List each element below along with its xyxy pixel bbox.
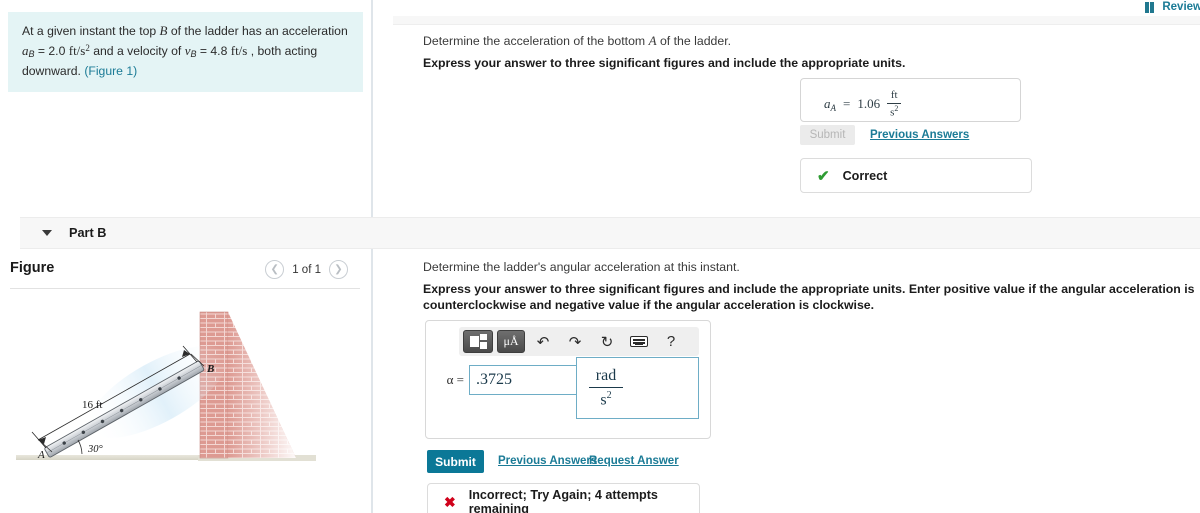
part-a-question-tail: of the ladder. (656, 34, 732, 48)
part-b-submit-button[interactable]: Submit (427, 450, 484, 473)
part-a-header-strip (393, 16, 1200, 25)
chevron-right-icon[interactable]: ❯ (329, 260, 348, 279)
part-b-instruction: Express your answer to three significant… (423, 282, 1195, 312)
reset-icon[interactable]: ↻ (593, 330, 621, 353)
part-a-submit-button: Submit (800, 125, 855, 145)
figure-label-B: B (206, 363, 214, 375)
ladder-diagram-svg: 16 ft 30° A B (16, 311, 316, 461)
review-label: Review (1162, 1, 1200, 13)
aB-equals: = 2.0 (34, 44, 69, 58)
part-a-instruction: Express your answer to three significant… (423, 56, 906, 70)
part-b-label: Part B (69, 226, 107, 240)
ladder-figure[interactable]: 16 ft 30° A B (8, 300, 368, 505)
figure-length-label: 16 ft (82, 399, 102, 411)
part-a-question-pre: Determine the acceleration of the bottom (423, 34, 649, 48)
problem-text-line1-pre: At a given instant the top (22, 24, 160, 38)
micro-angstrom-glyph: μÅ (503, 334, 519, 348)
aB-units: ft/s (68, 43, 86, 58)
part-a-unit-numerator: ft (890, 89, 898, 101)
part-b-unit-fraction: rad s2 (589, 367, 623, 409)
math-toolbar: μÅ ↶ ↷ ↻ ? (459, 327, 699, 356)
part-a-answer-expression: aA = 1.06 ft s2 (824, 89, 902, 119)
part-b-unit-denominator: s2 (600, 390, 611, 409)
part-a-question-var: A (648, 33, 657, 48)
left-panel: At a given instant the top B of the ladd… (0, 0, 373, 513)
part-a-question: Determine the acceleration of the bottom… (423, 33, 731, 49)
figure-angle-label: 30° (87, 444, 104, 455)
review-button[interactable]: Review (1145, 1, 1200, 13)
part-a-answer-equals: = (843, 96, 851, 112)
vB-equals: = 4.8 (196, 44, 231, 58)
part-b-previous-answers-link[interactable]: Previous Answers (498, 455, 597, 467)
part-a-answer-box[interactable]: aA = 1.06 ft s2 (800, 78, 1021, 122)
keyboard-icon[interactable] (625, 330, 653, 353)
page-root: At a given instant the top B of the ladd… (0, 0, 1200, 513)
micro-angstrom-icon[interactable]: μÅ (497, 330, 525, 353)
part-a-unit-den-exp: 2 (894, 103, 899, 113)
part-a-answer-value: 1.06 (857, 96, 881, 112)
part-a-answer-units: ft s2 (887, 89, 902, 119)
variable-B: B (159, 23, 168, 38)
part-b-unit-numerator: rad (595, 367, 617, 385)
figure-divider (10, 288, 360, 289)
template-glyph (469, 334, 487, 349)
part-b-unit-input[interactable]: rad s2 (576, 357, 699, 419)
template-icon[interactable] (463, 330, 493, 353)
part-a-status-text: Correct (842, 168, 888, 183)
part-b-answer-widget[interactable]: μÅ ↶ ↷ ↻ ? α = rad s2 (425, 320, 711, 439)
figure-label-A: A (37, 449, 45, 461)
figure-panel-title: Figure (10, 260, 55, 276)
help-icon[interactable]: ? (657, 330, 685, 353)
part-a-previous-answers-link[interactable]: Previous Answers (870, 129, 969, 141)
figure-page-count: 1 of 1 (292, 263, 321, 276)
chevron-left-icon[interactable]: ❮ (265, 260, 285, 279)
part-b-answer-symbol: α = (446, 372, 464, 387)
check-icon: ✔ (817, 167, 830, 185)
part-b-status-text: Incorrect; Try Again; 4 attempts remaini… (468, 488, 658, 513)
part-b-answer-input[interactable] (469, 365, 589, 395)
part-b-unit-den-exp: 2 (606, 389, 612, 401)
figure-header: Figure ❮ 1 of 1 ❯ (10, 258, 360, 288)
part-b-status-badge: ✖ Incorrect; Try Again; 4 attempts remai… (427, 483, 700, 513)
caret-down-icon[interactable] (42, 230, 52, 236)
redo-icon[interactable]: ↷ (561, 330, 589, 353)
problem-statement: At a given instant the top B of the ladd… (8, 12, 363, 92)
part-a-status-badge: ✔ Correct (800, 158, 1032, 193)
part-a-unit-denominator: s2 (887, 103, 901, 119)
problem-text-line1-post: of the ladder has an acceleration (167, 24, 348, 38)
undo-icon[interactable]: ↶ (529, 330, 557, 353)
part-b-answer-row: α = (436, 365, 589, 395)
vB-units: ft/s (230, 43, 248, 58)
figure-pager: ❮ 1 of 1 ❯ (265, 260, 348, 279)
x-icon: ✖ (444, 493, 456, 510)
figure-1-link[interactable]: (Figure 1) (84, 64, 137, 78)
part-b-header[interactable]: Part B (20, 217, 1200, 249)
unit-fraction-bar (589, 386, 623, 388)
problem-text-mid: and a velocity of (89, 44, 185, 58)
part-b-request-answer-link[interactable]: Request Answer (589, 455, 679, 467)
part-a-answer-subscript: A (830, 102, 837, 113)
part-b-question: Determine the ladder's angular accelerat… (423, 260, 740, 274)
book-icon (1145, 1, 1157, 13)
